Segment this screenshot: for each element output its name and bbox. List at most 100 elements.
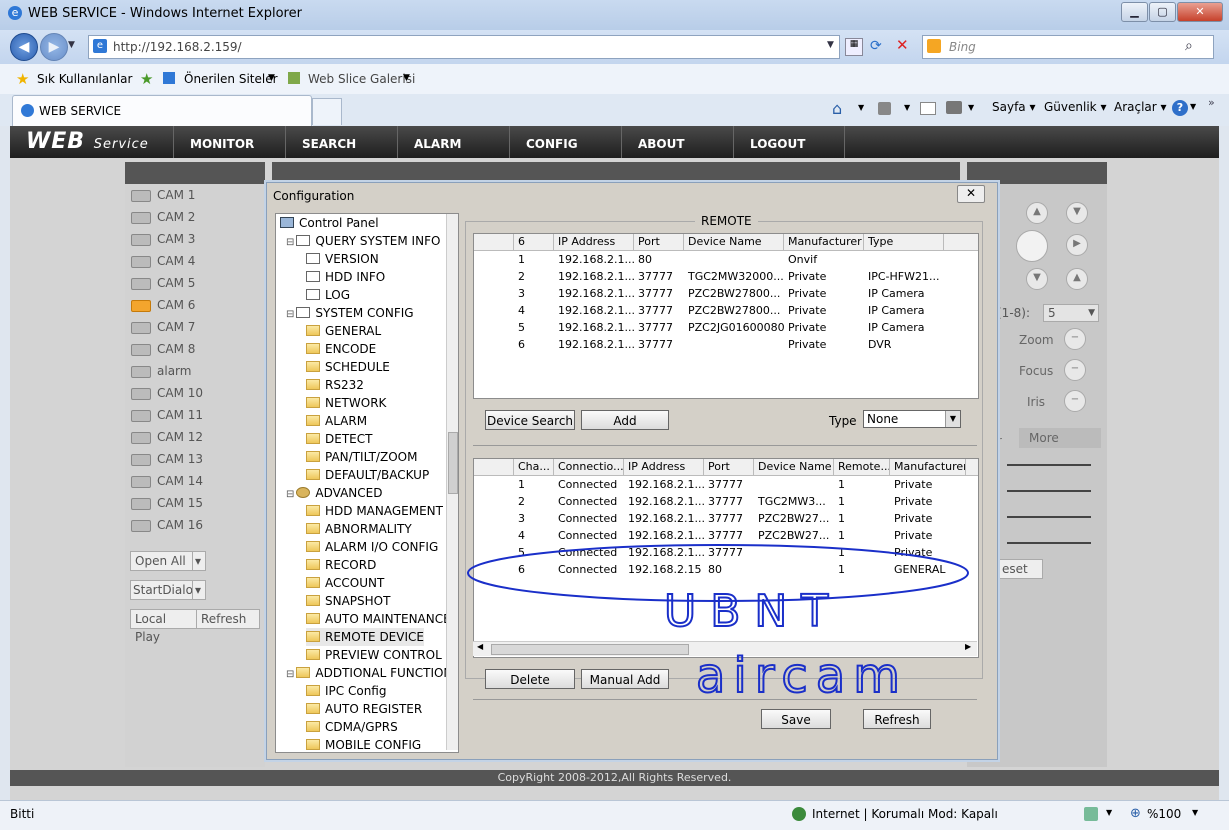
- tree-item[interactable]: PAN/TILT/ZOOM: [306, 448, 417, 466]
- home-icon[interactable]: ⌂: [832, 99, 842, 118]
- camera-item[interactable]: CAM 10: [131, 386, 203, 408]
- tree-item[interactable]: MOBILE CONFIG: [306, 736, 421, 752]
- collapse-icon[interactable]: ⊟: [286, 237, 294, 248]
- tree-item[interactable]: DETECT: [306, 430, 372, 448]
- tree-item[interactable]: VERSION: [306, 250, 379, 268]
- camera-item[interactable]: alarm: [131, 364, 191, 386]
- collapse-icon[interactable]: ⊟: [286, 309, 294, 320]
- address-bar[interactable]: e http://192.168.2.159/ ▼: [88, 35, 840, 59]
- device-search-button[interactable]: Device Search: [485, 410, 575, 430]
- camera-item[interactable]: CAM 2: [131, 210, 195, 232]
- chevron-down-icon[interactable]: ▼: [1106, 808, 1112, 817]
- camera-item[interactable]: CAM 13: [131, 452, 203, 474]
- camera-item[interactable]: CAM 7: [131, 320, 195, 342]
- reset-button[interactable]: eset: [997, 559, 1043, 579]
- tree-scroll-thumb[interactable]: [448, 432, 458, 494]
- chevron-down-icon[interactable]: ▼: [1190, 102, 1196, 111]
- compat-view-icon[interactable]: ▦: [845, 38, 863, 56]
- scroll-right-icon[interactable]: ▶: [965, 642, 971, 651]
- column-header[interactable]: Manufacturer: [784, 234, 864, 250]
- tree-item[interactable]: HDD MANAGEMENT: [306, 502, 443, 520]
- column-header[interactable]: Remote...: [834, 459, 890, 475]
- table-row[interactable]: 1 Connected 192.168.2.1... 37777 1 Private: [474, 476, 978, 493]
- maximize-button[interactable]: ▢: [1149, 2, 1176, 22]
- collapse-icon[interactable]: ⊟: [286, 489, 294, 500]
- chevron-down-icon[interactable]: ▼: [403, 73, 410, 83]
- address-url[interactable]: http://192.168.2.159/: [113, 40, 242, 54]
- table-row[interactable]: 6 Connected 192.168.2.15 80 1 GENERAL: [474, 561, 978, 578]
- back-button[interactable]: ◀: [10, 33, 38, 61]
- tree-item[interactable]: PREVIEW CONTROL: [306, 646, 442, 664]
- nav-search[interactable]: SEARCH: [285, 126, 397, 158]
- speed-select[interactable]: 5 ▼: [1043, 304, 1099, 322]
- page-menu[interactable]: Sayfa ▾: [992, 100, 1036, 114]
- column-header[interactable]: IP Address: [554, 234, 634, 250]
- tree-item[interactable]: IPC Config: [306, 682, 386, 700]
- scroll-left-icon[interactable]: ◀: [477, 642, 483, 651]
- web-slice-link[interactable]: Web Slice Galerisi: [308, 72, 415, 86]
- stop-icon[interactable]: ✕: [896, 36, 909, 54]
- collapse-icon[interactable]: ⊟: [286, 669, 294, 680]
- ptz-down-right-button[interactable]: ▲: [1066, 268, 1088, 290]
- refresh-dialog-button[interactable]: Refresh: [863, 709, 931, 729]
- column-header[interactable]: Type: [864, 234, 944, 250]
- table-row[interactable]: 3 192.168.2.1... 37777 PZC2BW27800... Privat…: [474, 285, 978, 302]
- tab-web-service[interactable]: WEB SERVICE: [12, 95, 312, 126]
- scroll-thumb[interactable]: [491, 644, 689, 655]
- camera-item[interactable]: CAM 3: [131, 232, 195, 254]
- tree-item[interactable]: Control Panel: [280, 214, 379, 232]
- chevron-down-icon[interactable]: ▼: [1192, 808, 1198, 817]
- chevron-down-icon[interactable]: ▼: [904, 103, 910, 112]
- chevron-down-icon[interactable]: ▼: [858, 103, 864, 112]
- zoom-icon[interactable]: ⊕: [1130, 806, 1141, 821]
- nav-config[interactable]: CONFIG: [509, 126, 621, 158]
- camera-item[interactable]: CAM 11: [131, 408, 203, 430]
- tree-item[interactable]: ALARM: [306, 412, 367, 430]
- ptz-up-right-button[interactable]: ▼: [1066, 202, 1088, 224]
- tree-item[interactable]: SCHEDULE: [306, 358, 390, 376]
- table-row[interactable]: 3 Connected 192.168.2.1... 37777 PZC2BW27...…: [474, 510, 978, 527]
- column-header[interactable]: Cha...: [514, 459, 554, 475]
- start-dialog-dropdown-icon[interactable]: ▾: [192, 580, 206, 600]
- tree-item[interactable]: ALARM I/O CONFIG: [306, 538, 438, 556]
- tree-item[interactable]: LOG: [306, 286, 350, 304]
- zoom-out-button[interactable]: −: [1064, 328, 1086, 350]
- horizontal-scrollbar[interactable]: ◀ ▶: [473, 641, 977, 656]
- camera-item[interactable]: CAM 8: [131, 342, 195, 364]
- refresh-button[interactable]: Refresh: [196, 609, 260, 629]
- tree-item[interactable]: HDD INFO: [306, 268, 385, 286]
- slider-2[interactable]: [1007, 490, 1091, 492]
- minimize-button[interactable]: ▁: [1121, 2, 1148, 22]
- table-row[interactable]: 5 Connected 192.168.2.1... 37777 1 Private: [474, 544, 978, 561]
- column-header[interactable]: Port: [704, 459, 754, 475]
- camera-item[interactable]: CAM 16: [131, 518, 203, 540]
- mail-icon[interactable]: [920, 102, 936, 115]
- nav-alarm[interactable]: ALARM: [397, 126, 509, 158]
- camera-item[interactable]: CAM 14: [131, 474, 203, 496]
- ptz-down-button[interactable]: ▼: [1026, 268, 1048, 290]
- table-row[interactable]: 4 192.168.2.1... 37777 PZC2BW27800... Privat…: [474, 302, 978, 319]
- refresh-icon[interactable]: ⟳: [870, 38, 882, 54]
- column-header[interactable]: Port: [634, 234, 684, 250]
- column-header[interactable]: Manufacturer: [890, 459, 966, 475]
- tree-item[interactable]: SNAPSHOT: [306, 592, 390, 610]
- tree-item[interactable]: ⊟ QUERY SYSTEM INFO: [286, 232, 440, 250]
- slider-1[interactable]: [1007, 464, 1091, 466]
- history-dropdown-icon[interactable]: ▼: [68, 40, 75, 50]
- tree-item[interactable]: ABNORMALITY: [306, 520, 412, 538]
- column-header[interactable]: 6: [514, 234, 554, 250]
- manual-add-button[interactable]: Manual Add: [581, 669, 669, 689]
- tree-item[interactable]: ACCOUNT: [306, 574, 384, 592]
- tree-item[interactable]: RS232: [306, 376, 364, 394]
- help-icon[interactable]: ?: [1172, 100, 1188, 116]
- slider-4[interactable]: [1007, 542, 1091, 544]
- tree-item[interactable]: ⊟ ADVANCED: [286, 484, 382, 502]
- tree-item[interactable]: AUTO REGISTER: [306, 700, 422, 718]
- column-header[interactable]: IP Address: [624, 459, 704, 475]
- search-box[interactable]: Bing ⌕: [922, 35, 1214, 59]
- chevron-down-icon[interactable]: ▼: [268, 73, 275, 83]
- favorites-button[interactable]: Sık Kullanılanlar: [37, 72, 132, 86]
- start-dialog-button[interactable]: StartDialog: [130, 580, 201, 600]
- iris-out-button[interactable]: −: [1064, 390, 1086, 412]
- open-all-dropdown-icon[interactable]: ▾: [192, 551, 206, 571]
